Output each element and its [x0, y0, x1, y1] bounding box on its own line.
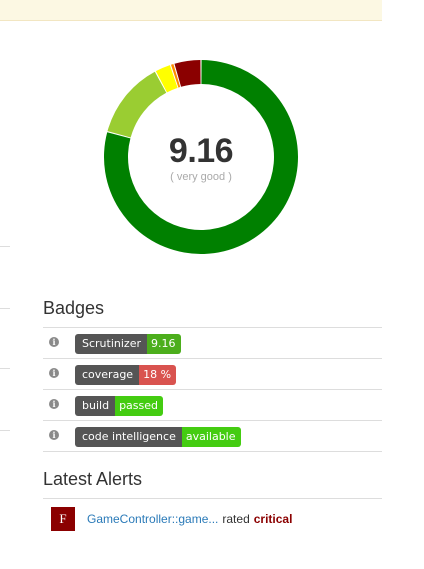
- badge-row-code-intelligence: i code intelligence available: [43, 421, 382, 452]
- badge-key: Scrutinizer: [75, 334, 147, 354]
- badge-row-build: i build passed: [43, 390, 382, 421]
- badge-value: passed: [115, 396, 163, 416]
- badge-row-scrutinizer: i Scrutinizer 9.16: [43, 328, 382, 359]
- quality-score: 9.16: [168, 132, 234, 170]
- alert-severity: critical: [253, 512, 293, 526]
- sidebar-divider: [0, 430, 10, 431]
- badge-key: code intelligence: [75, 427, 182, 447]
- coverage-badge[interactable]: coverage 18 %: [75, 365, 177, 385]
- info-circle-icon[interactable]: i: [49, 430, 59, 440]
- quality-donut-chart: 9.16 ( very good ): [104, 60, 298, 254]
- donut-segment-good: [107, 71, 167, 138]
- alert-rated-text: rated: [222, 512, 250, 526]
- latest-alerts-heading: Latest Alerts: [43, 469, 143, 489]
- info-circle-icon[interactable]: i: [49, 337, 59, 347]
- badge-value: 18 %: [139, 365, 177, 385]
- code-intelligence-badge[interactable]: code intelligence available: [75, 427, 241, 447]
- info-circle-icon[interactable]: i: [49, 368, 59, 378]
- alert-item: F GameController::game... rated critical: [51, 507, 292, 531]
- grade-badge: F: [51, 507, 75, 531]
- badges-heading: Badges: [43, 298, 105, 318]
- badge-value: available: [181, 427, 241, 447]
- badge-row-coverage: i coverage 18 %: [43, 359, 382, 390]
- notice-banner: [0, 0, 382, 21]
- build-badge[interactable]: build passed: [75, 396, 163, 416]
- alerts-rule: [43, 498, 382, 499]
- sidebar-divider: [0, 368, 10, 369]
- badge-value: 9.16: [147, 334, 181, 354]
- badge-key: coverage: [75, 365, 140, 385]
- sidebar-divider: [0, 246, 10, 247]
- scrutinizer-badge[interactable]: Scrutinizer 9.16: [75, 334, 181, 354]
- badge-key: build: [75, 396, 116, 416]
- info-circle-icon[interactable]: i: [49, 399, 59, 409]
- sidebar-divider: [0, 308, 10, 309]
- alert-link[interactable]: GameController::game...: [87, 512, 218, 526]
- quality-rating: ( very good ): [170, 171, 232, 183]
